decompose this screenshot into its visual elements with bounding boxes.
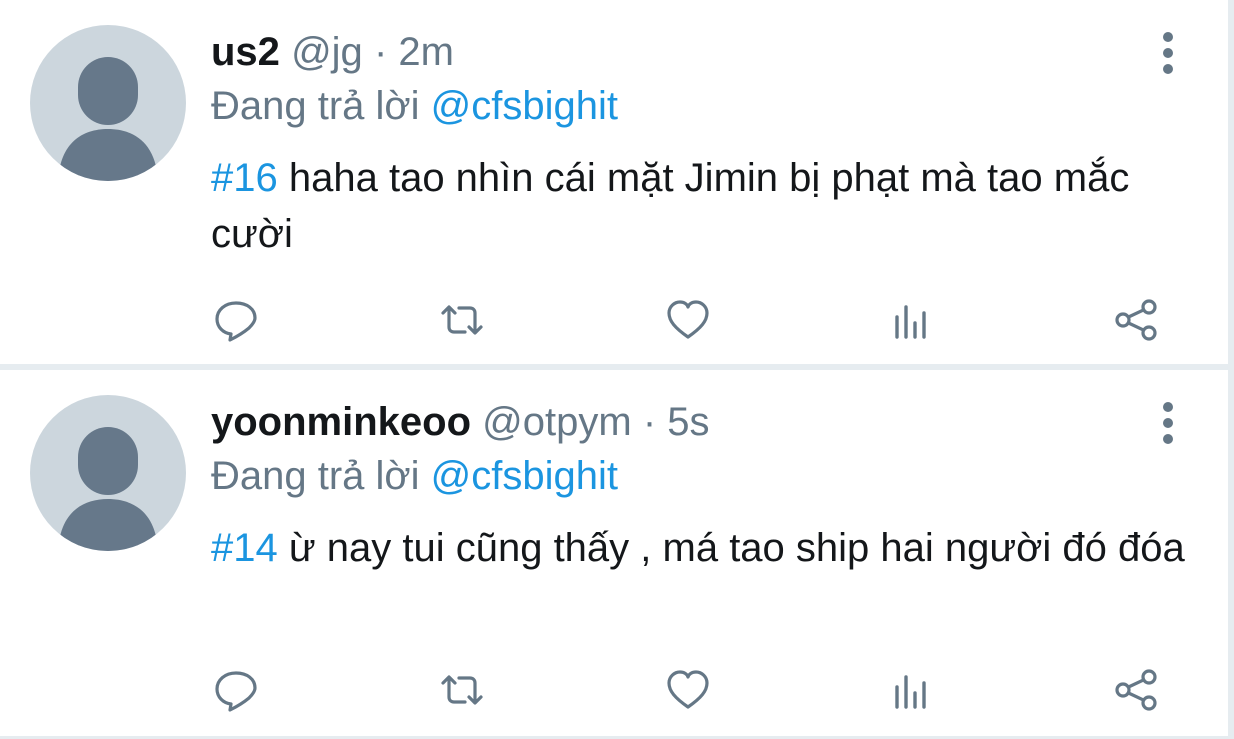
separator-dot: · xyxy=(642,400,657,444)
display-name[interactable]: yoonminkeoo xyxy=(211,400,471,444)
user-handle[interactable]: @otpym xyxy=(482,400,632,444)
retweet-icon[interactable] xyxy=(436,294,488,346)
tweet-text: #16 haha tao nhìn cái mặt Jimin bị phạt … xyxy=(211,150,1201,262)
tweet-feed: us2 @jg · 2m Đang trả lời @cfsbighit #16… xyxy=(0,0,1234,739)
tweet-body: ừ nay tui cũng thấy , má tao ship hai ng… xyxy=(277,526,1185,570)
hashtag-link[interactable]: #14 xyxy=(211,526,278,570)
share-icon[interactable] xyxy=(1110,294,1162,346)
replying-to: Đang trả lời @cfsbighit xyxy=(211,450,618,502)
tweet-actions xyxy=(210,664,1170,716)
replying-to: Đang trả lời @cfsbighit xyxy=(211,80,618,132)
more-vertical-icon[interactable] xyxy=(1158,32,1178,74)
separator-dot: · xyxy=(373,30,388,74)
mention-link[interactable]: @cfsbighit xyxy=(431,454,618,498)
tweet-text: #14 ừ nay tui cũng thấy , má tao ship ha… xyxy=(211,520,1201,576)
tweet-header: us2 @jg · 2m xyxy=(211,26,454,78)
reply-icon[interactable] xyxy=(210,294,262,346)
share-icon[interactable] xyxy=(1110,664,1162,716)
stats-icon[interactable] xyxy=(886,294,938,346)
timestamp[interactable]: 2m xyxy=(398,30,454,74)
hashtag-link[interactable]: #16 xyxy=(211,156,278,200)
retweet-icon[interactable] xyxy=(436,664,488,716)
tweet-actions xyxy=(210,294,1170,346)
replying-label: Đang trả lời xyxy=(211,454,420,498)
tweet-header: yoonminkeoo @otpym · 5s xyxy=(211,396,710,448)
display-name[interactable]: us2 xyxy=(211,30,280,74)
tweet[interactable]: yoonminkeoo @otpym · 5s Đang trả lời @cf… xyxy=(0,370,1228,736)
user-handle[interactable]: @jg xyxy=(291,30,363,74)
default-avatar-icon[interactable] xyxy=(30,395,186,551)
default-avatar-icon[interactable] xyxy=(30,25,186,181)
like-icon[interactable] xyxy=(662,294,714,346)
tweet-body: haha tao nhìn cái mặt Jimin bị phạt mà t… xyxy=(211,156,1130,256)
more-vertical-icon[interactable] xyxy=(1158,402,1178,444)
stats-icon[interactable] xyxy=(886,664,938,716)
replying-label: Đang trả lời xyxy=(211,84,420,128)
reply-icon[interactable] xyxy=(210,664,262,716)
tweet[interactable]: us2 @jg · 2m Đang trả lời @cfsbighit #16… xyxy=(0,0,1228,364)
mention-link[interactable]: @cfsbighit xyxy=(431,84,618,128)
timestamp[interactable]: 5s xyxy=(667,400,709,444)
like-icon[interactable] xyxy=(662,664,714,716)
